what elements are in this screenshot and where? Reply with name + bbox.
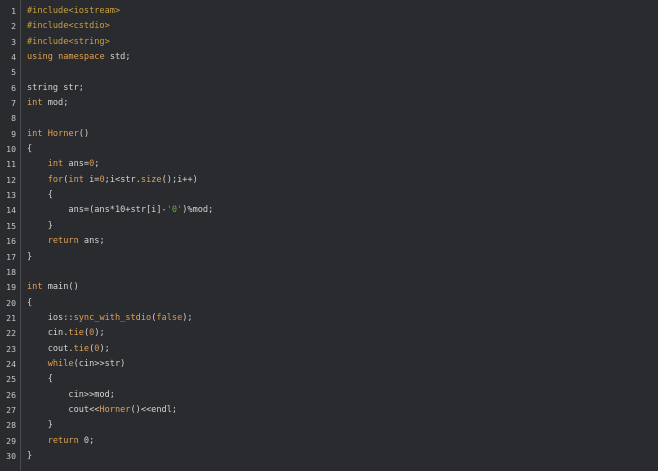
code-line[interactable]: 29 return 0; — [0, 434, 658, 449]
line-number: 5 — [11, 67, 16, 78]
code-line[interactable]: 10 { — [0, 142, 658, 157]
line-number: 25 — [6, 374, 16, 385]
code-line[interactable]: 11 int ans=0; — [0, 157, 658, 172]
code-line[interactable]: 13 { — [0, 188, 658, 203]
line-number: 3 — [11, 36, 16, 47]
code-text[interactable]: int Horner() — [27, 127, 89, 142]
code-line[interactable]: 25 { — [0, 372, 658, 387]
code-text[interactable]: for(int i=0;i<str.size();i++) — [27, 173, 198, 188]
code-line[interactable]: 26 cin>>mod; — [0, 388, 658, 403]
code-line[interactable]: 3 #include<string> — [0, 35, 658, 50]
line-number: 14 — [6, 205, 16, 216]
code-text[interactable]: #include<cstdio> — [27, 19, 110, 34]
code-text[interactable]: ans=(ans*10+str[i]-'0')%mod; — [27, 203, 213, 218]
code-line[interactable]: 21 ios::sync_with_stdio(false); — [0, 311, 658, 326]
code-text[interactable]: { — [27, 188, 53, 203]
line-number: 2 — [11, 21, 16, 32]
line-number: 9 — [11, 128, 16, 139]
code-editor[interactable]: 1 #include<iostream> 2 #include<cstdio> 3 #in… — [0, 0, 658, 471]
code-line[interactable]: 15 } — [0, 219, 658, 234]
line-number: 15 — [6, 220, 16, 231]
code-text[interactable]: return ans; — [27, 234, 105, 249]
line-number: 28 — [6, 420, 16, 431]
line-number: 21 — [6, 312, 16, 323]
code-text[interactable]: { — [27, 296, 32, 311]
code-line[interactable]: 7 int mod; — [0, 96, 658, 111]
line-number: 4 — [11, 52, 16, 63]
line-number: 6 — [11, 82, 16, 93]
code-line[interactable]: 19 int main() — [0, 280, 658, 295]
line-number: 13 — [6, 190, 16, 201]
line-number: 29 — [6, 435, 16, 446]
code-line[interactable]: 30} — [0, 449, 658, 464]
code-line[interactable]: 24 while(cin>>str) — [0, 357, 658, 372]
code-text[interactable]: int main() — [27, 280, 79, 295]
code-text[interactable]: { — [27, 142, 32, 157]
code-text[interactable]: } — [27, 449, 32, 464]
code-line[interactable]: 23 cout.tie(0); — [0, 342, 658, 357]
code-line[interactable]: 28 } — [0, 418, 658, 433]
code-text[interactable]: { — [27, 372, 53, 387]
line-number: 1 — [11, 6, 16, 16]
code-line[interactable]: 5 — [0, 65, 658, 80]
code-text[interactable]: using namespace std; — [27, 50, 131, 65]
code-text[interactable]: cout<<Horner()<<endl; — [27, 403, 177, 418]
code-line[interactable]: 8 — [0, 111, 658, 126]
code-text[interactable]: } — [27, 418, 53, 433]
line-number: 11 — [6, 159, 16, 170]
line-number: 12 — [6, 174, 16, 185]
code-text[interactable]: cout.tie(0); — [27, 342, 110, 357]
code-line[interactable]: 1 #include<iostream> — [0, 4, 658, 19]
code-text[interactable]: int ans=0; — [27, 157, 100, 172]
code-text[interactable]: cin.tie(0); — [27, 326, 105, 341]
code-line[interactable]: 20 { — [0, 296, 658, 311]
code-line[interactable]: 22 cin.tie(0); — [0, 326, 658, 341]
code-line[interactable]: 4 using namespace std; — [0, 50, 658, 65]
line-number: 19 — [6, 282, 16, 293]
code-line[interactable]: 2 #include<cstdio> — [0, 19, 658, 34]
line-number: 23 — [6, 343, 16, 354]
code-text[interactable]: } — [27, 219, 53, 234]
code-line[interactable]: 16 return ans; — [0, 234, 658, 249]
code-text[interactable]: ios::sync_with_stdio(false); — [27, 311, 193, 326]
line-number: 30 — [6, 450, 16, 461]
code-lines[interactable]: 1 #include<iostream> 2 #include<cstdio> 3 #in… — [0, 4, 658, 464]
line-number: 17 — [6, 251, 16, 262]
code-line[interactable]: 12 for(int i=0;i<str.size();i++) — [0, 173, 658, 188]
code-text[interactable]: #include<string> — [27, 35, 110, 50]
code-line[interactable]: 17} — [0, 250, 658, 265]
line-number: 16 — [6, 236, 16, 247]
code-line[interactable]: 9 int Horner() — [0, 127, 658, 142]
line-number: 20 — [6, 297, 16, 308]
code-text[interactable]: return 0; — [27, 434, 95, 449]
line-number: 8 — [11, 113, 16, 124]
code-text[interactable]: } — [27, 250, 32, 265]
line-number: 26 — [6, 389, 16, 400]
code-line[interactable]: 18 — [0, 265, 658, 280]
code-text[interactable]: while(cin>>str) — [27, 357, 126, 372]
line-number: 7 — [11, 98, 16, 109]
code-line[interactable]: 14 ans=(ans*10+str[i]-'0')%mod; — [0, 203, 658, 218]
code-line[interactable]: 6 string str; — [0, 81, 658, 96]
line-number: 27 — [6, 404, 16, 415]
line-number: 18 — [6, 266, 16, 277]
line-number: 10 — [6, 144, 16, 155]
code-line[interactable]: 27 cout<<Horner()<<endl; — [0, 403, 658, 418]
code-text[interactable]: cin>>mod; — [27, 388, 115, 403]
code-text[interactable]: #include<iostream> — [27, 4, 120, 19]
line-number: 24 — [6, 358, 16, 369]
code-text[interactable]: int mod; — [27, 96, 68, 111]
code-text[interactable]: string str; — [27, 81, 84, 96]
line-number: 22 — [6, 328, 16, 339]
